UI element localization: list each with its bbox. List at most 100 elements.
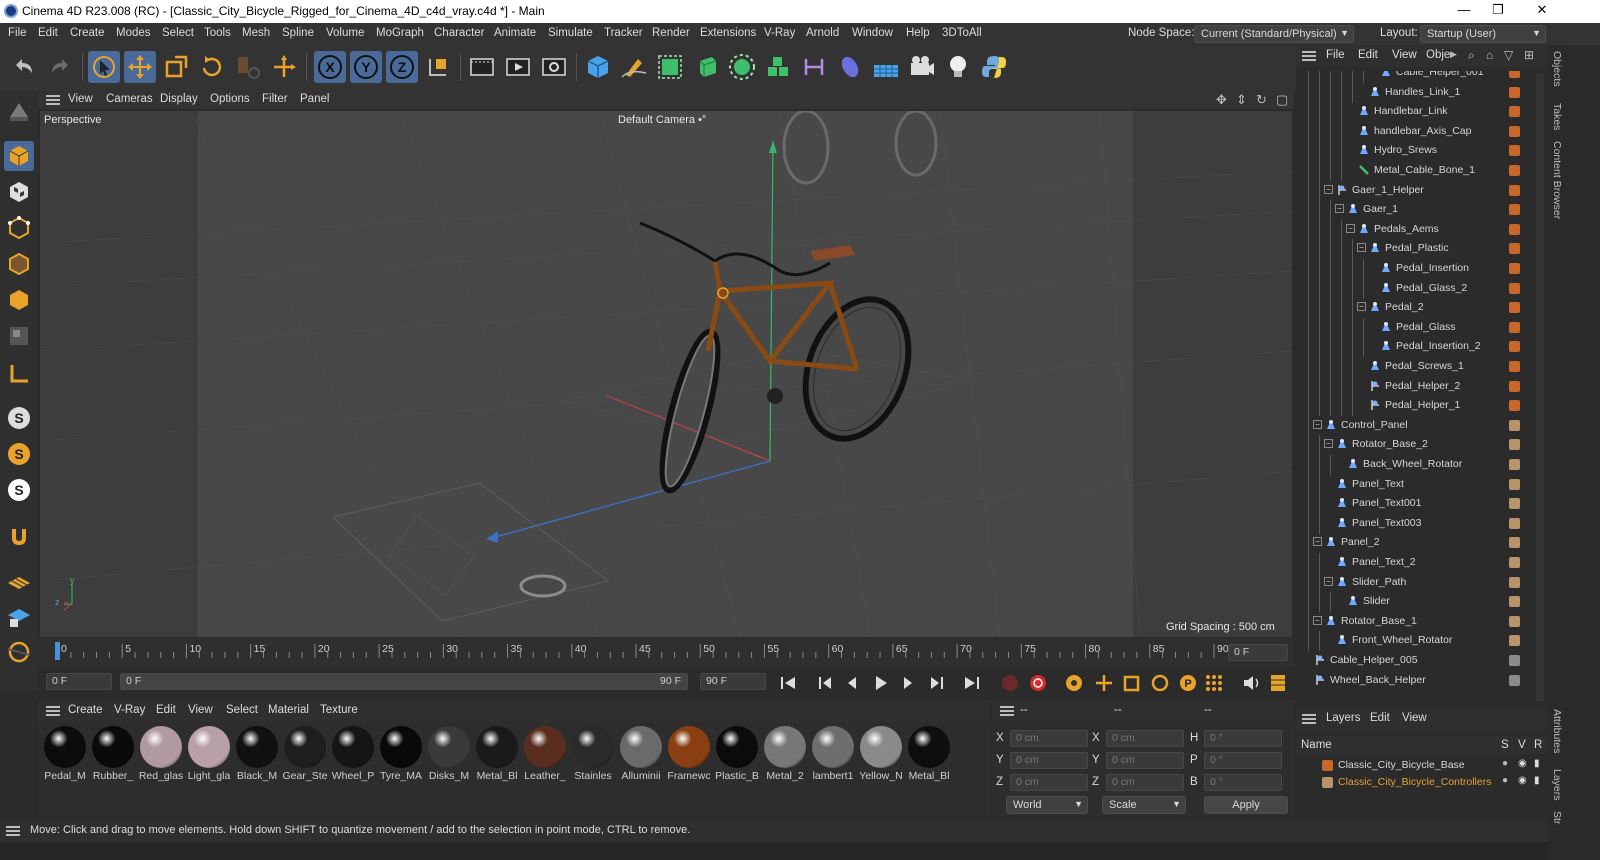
object-row[interactable]: Slider [1296,592,1532,613]
render-view-icon[interactable] [502,51,534,83]
object-row[interactable]: Pedal_Glass [1296,317,1532,338]
menu-animate[interactable]: Animate [494,27,536,39]
mat-menu-texture[interactable]: Texture [320,704,358,716]
layer-color-swatch[interactable] [1509,517,1520,529]
collapse-toggle-icon[interactable]: − [1324,184,1333,194]
viewport-menu-options[interactable]: Options [210,93,250,105]
object-row[interactable]: − Gaer_1_Helper [1296,180,1532,201]
layer-color-swatch[interactable] [1509,655,1520,666]
menu-tools[interactable]: Tools [204,27,231,39]
menu-file[interactable]: File [8,27,27,39]
pan-view-icon[interactable]: ✥ [1216,92,1232,108]
object-menu-icon[interactable] [1302,51,1316,61]
object-row[interactable]: Pedal_Insertion [1296,259,1532,279]
key-position-icon[interactable] [1092,672,1116,694]
object-row[interactable]: − Pedal_Plastic [1296,239,1532,260]
menu-window[interactable]: Window [852,27,893,39]
maximize-button[interactable]: ❐ [1478,2,1518,20]
collapse-toggle-icon[interactable]: − [1346,223,1355,233]
layer-color-swatch[interactable] [1509,439,1520,451]
layer-color-swatch[interactable] [1509,635,1520,647]
coordinates-menu-icon[interactable] [1000,706,1014,716]
layer-color-swatch[interactable] [1509,498,1520,510]
layer-color-swatch[interactable] [1509,380,1520,392]
collapse-toggle-icon[interactable]: − [1313,537,1322,547]
menu-simulate[interactable]: Simulate [548,27,593,39]
layer-color-swatch[interactable] [1509,341,1520,353]
previous-key-icon[interactable] [814,672,838,694]
layer-color-swatch[interactable] [1509,557,1520,568]
layer-menu-layers[interactable]: Layers [1326,712,1361,724]
pen-icon[interactable] [618,51,650,83]
collapse-toggle-icon[interactable]: − [1313,615,1322,625]
polygons-mode-icon[interactable] [4,285,34,315]
collapse-toggle-icon[interactable]: − [1357,302,1366,312]
layer-color-swatch[interactable] [1509,576,1520,588]
field-icon[interactable] [834,51,866,83]
object-row[interactable]: Panel_Text_2 [1296,553,1532,573]
mat-menu-edit[interactable]: Edit [156,704,176,716]
material-item[interactable]: Framewc [666,726,712,782]
layer-color-swatch[interactable] [1509,419,1520,431]
obj-menu-file[interactable]: File [1326,49,1345,61]
object-row[interactable]: − Slider_Path [1296,572,1532,593]
object-row[interactable]: − Rotator_Base_2 [1296,435,1532,456]
texture-mode-icon[interactable] [4,177,34,207]
scale-icon[interactable] [160,51,192,83]
menu-extensions[interactable]: Extensions [700,27,756,39]
sound-icon[interactable] [1240,672,1264,694]
layer-color-swatch[interactable] [1509,243,1520,255]
material-item[interactable]: Metal_2 [762,726,808,782]
layer-color-swatch[interactable] [1509,615,1520,627]
snap-quantize-icon[interactable]: S [4,475,34,505]
live-select-icon[interactable] [88,51,120,83]
coord-value-field[interactable]: 0 cm [1106,730,1184,747]
solo-toggle-icon[interactable]: ● [1502,775,1508,786]
coordinate-system-icon[interactable] [422,51,454,83]
python-icon[interactable] [978,51,1010,83]
render-region-icon[interactable] [466,51,498,83]
go-to-end-icon[interactable] [960,672,984,694]
viewport-menu-panel[interactable]: Panel [300,93,329,105]
home-icon[interactable]: ⌂ [1486,48,1493,62]
object-row[interactable]: Pedal_Insertion_2 [1296,337,1532,358]
material-item[interactable]: Tyre_MA [378,726,424,782]
material-menu-icon[interactable] [46,706,60,716]
object-row[interactable]: − Gaer_1 [1296,200,1532,221]
mat-menu-material[interactable]: Material [268,704,309,716]
search-icon[interactable]: ⌕ [1468,48,1475,63]
object-row[interactable]: Panel_Text003 [1296,513,1532,534]
object-row[interactable]: Panel_Text [1296,474,1532,495]
object-scrollbar[interactable] [1536,73,1544,701]
edges-mode-icon[interactable] [4,249,34,279]
object-row[interactable]: Front_Wheel_Rotator [1296,631,1532,652]
layer-color-swatch[interactable] [1322,760,1333,771]
layout-dropdown[interactable]: Startup (User) ▼ [1420,25,1546,43]
light-icon[interactable] [942,51,974,83]
material-item[interactable]: Stainles [570,726,616,782]
redo-icon[interactable] [44,51,76,83]
menu-render[interactable]: Render [652,27,690,39]
layer-color-swatch[interactable] [1509,223,1520,235]
collapse-toggle-icon[interactable]: − [1324,439,1333,449]
floor-icon[interactable] [870,51,902,83]
3d-viewport[interactable]: Perspective Default Camera •° Grid Spaci… [40,111,1292,637]
node-space-dropdown[interactable]: Current (Standard/Physical) ▼ [1194,25,1354,43]
obj-menu-object[interactable]: Obje [1426,49,1450,61]
uv-mode-icon[interactable] [4,321,34,351]
lock-axis-icon[interactable] [4,637,34,667]
menu-3dtoall[interactable]: 3DToAll [942,27,982,39]
snap-settings-icon[interactable]: S [4,439,34,469]
object-row[interactable]: Pedal_Glass_2 [1296,278,1532,299]
layer-color-swatch[interactable] [1509,321,1520,333]
collapse-toggle-icon[interactable]: − [1335,204,1344,214]
record-inactive-icon[interactable] [998,672,1022,694]
object-row[interactable]: Pedal_Screws_1 [1296,357,1532,377]
layer-color-swatch[interactable] [1509,400,1520,412]
axis-mode-icon[interactable] [4,359,34,389]
object-row[interactable]: − Pedals_Aems [1296,219,1532,240]
layer-row[interactable]: Classic_City_Bicycle_Controllers ● ◉ ▮ [1296,773,1548,793]
material-item[interactable]: Metal_Bl [474,726,520,782]
maximize-view-icon[interactable]: ▢ [1276,92,1292,108]
object-row[interactable]: Back_Wheel_Rotator [1296,455,1532,475]
